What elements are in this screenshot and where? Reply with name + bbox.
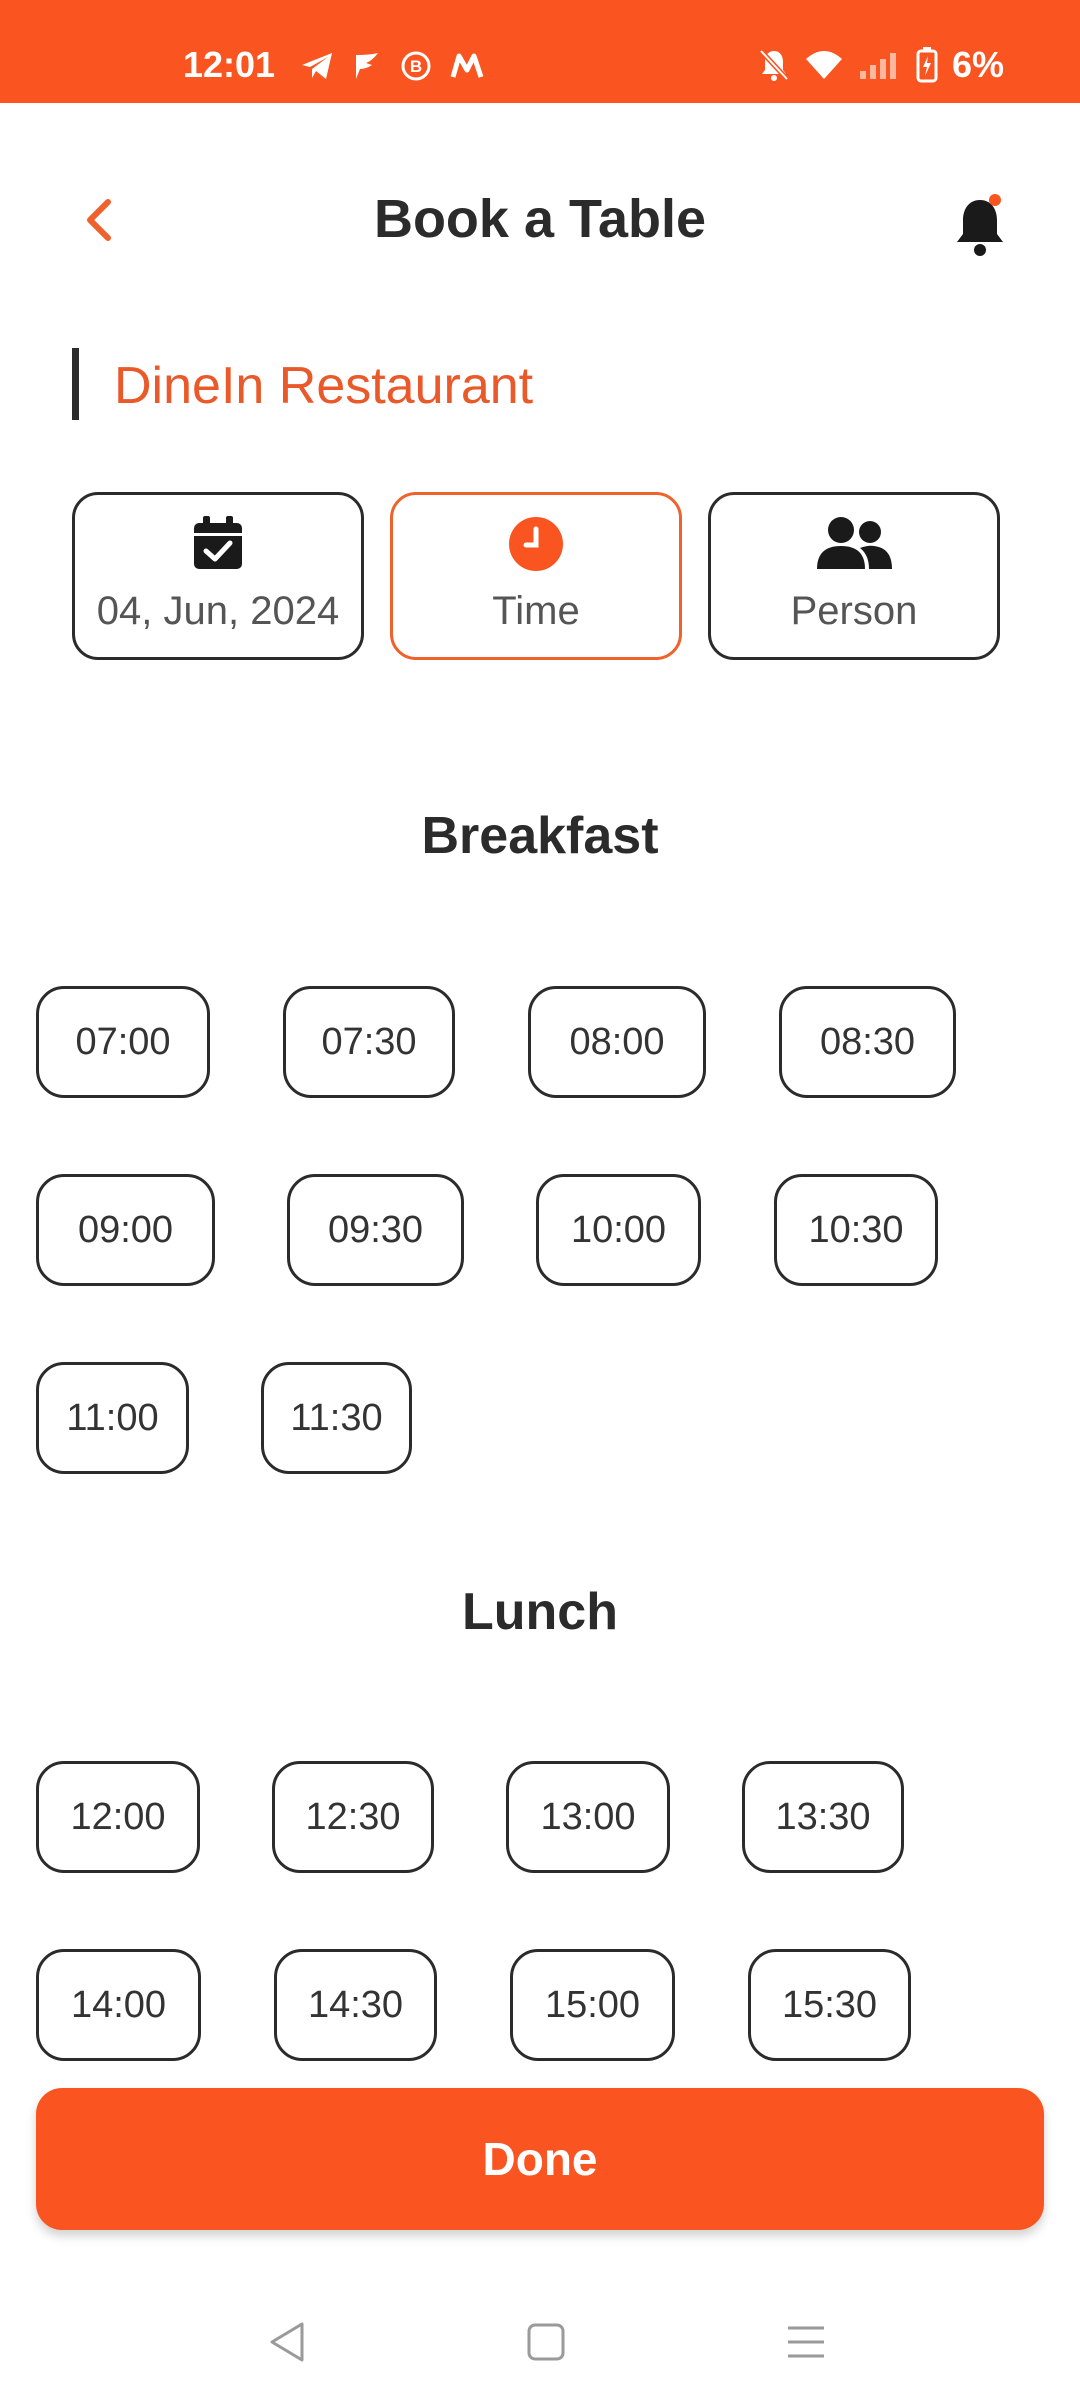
time-slot[interactable]: 14:00 (36, 1949, 201, 2061)
time-slot[interactable]: 15:30 (748, 1949, 911, 2061)
time-slot[interactable]: 08:30 (779, 986, 956, 1098)
svg-text:B: B (410, 57, 422, 76)
time-slot[interactable]: 07:30 (283, 986, 455, 1098)
time-slot[interactable]: 11:00 (36, 1362, 189, 1474)
restaurant-name: DineIn Restaurant (114, 357, 534, 415)
time-slot[interactable]: 09:30 (287, 1174, 464, 1286)
time-slot[interactable]: 10:30 (774, 1174, 938, 1286)
battery-percent: 6% (951, 44, 1004, 85)
date-selector[interactable]: 04, Jun, 2024 (72, 492, 364, 660)
signal-icon (859, 53, 896, 79)
time-slot[interactable]: 12:00 (36, 1761, 200, 1873)
person-selector-label: Person (790, 589, 918, 633)
people-icon (817, 517, 892, 569)
time-slot[interactable]: 07:00 (36, 986, 210, 1098)
b-badge-icon: B (401, 51, 431, 81)
date-selector-label: 04, Jun, 2024 (96, 589, 340, 633)
time-slot[interactable]: 15:00 (510, 1949, 675, 2061)
status-time: 12:01 (183, 44, 276, 85)
home-square-icon[interactable] (516, 2312, 576, 2372)
calendar-check-icon (194, 516, 242, 569)
feather-icon (356, 53, 378, 79)
lunch-title: Lunch (462, 1583, 618, 1641)
menu-lines-icon[interactable] (776, 2312, 836, 2372)
m-logo-icon (450, 53, 484, 78)
time-slot[interactable]: 08:00 (528, 986, 706, 1098)
time-slot[interactable]: 09:00 (36, 1174, 215, 1286)
breakfast-title: Breakfast (421, 807, 659, 865)
status-notification-icons: B (300, 50, 484, 82)
accent-bar (72, 348, 79, 420)
time-slot[interactable]: 11:30 (261, 1362, 412, 1474)
person-selector[interactable]: Person (708, 492, 1000, 660)
time-selector-label: Time (492, 589, 580, 633)
time-slot[interactable]: 13:30 (742, 1761, 904, 1873)
bell-icon[interactable] (950, 190, 1010, 260)
mute-bell-icon (759, 49, 789, 81)
time-selector[interactable]: Time (390, 492, 682, 660)
clock-icon (509, 517, 563, 571)
back-triangle-icon[interactable] (258, 2312, 318, 2372)
status-bar: 12:01 B 6% (0, 0, 1080, 103)
time-slot[interactable]: 14:30 (274, 1949, 437, 2061)
time-slot[interactable]: 12:30 (272, 1761, 434, 1873)
system-nav-bar (0, 2290, 1080, 2400)
wifi-icon (805, 51, 842, 79)
time-slot[interactable]: 10:00 (536, 1174, 701, 1286)
time-slot[interactable]: 13:00 (506, 1761, 670, 1873)
status-system-icons: 6% (758, 44, 1004, 86)
done-button[interactable]: Done (36, 2088, 1044, 2230)
page-title: Book a Table (373, 189, 707, 249)
telegram-icon (302, 53, 332, 79)
app-bar: Book a Table (0, 160, 1080, 280)
battery-icon (916, 47, 938, 83)
